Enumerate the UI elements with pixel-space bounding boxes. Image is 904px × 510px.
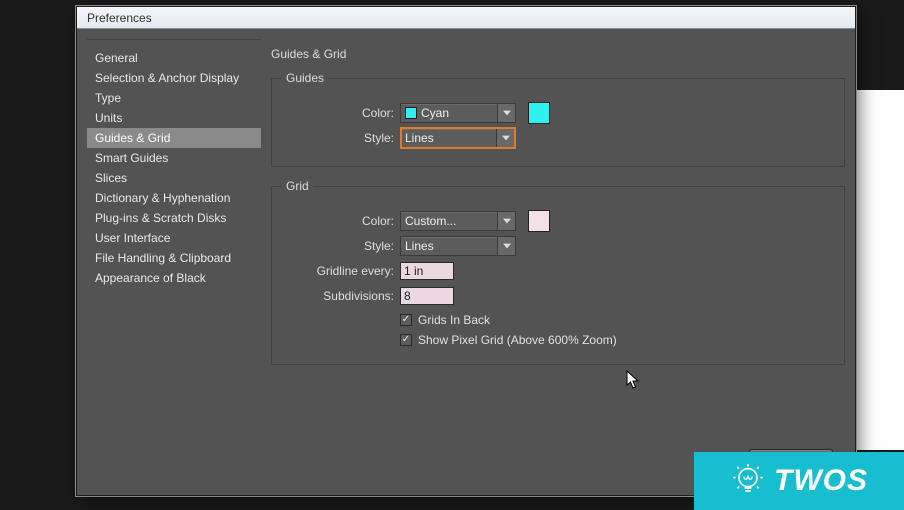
grid-group: Grid Color: Custom... Style: Lines [271,179,845,365]
grid-color-label: Color: [282,214,400,228]
subdivisions-label: Subdivisions: [282,289,400,303]
sidebar-item-label: File Handling & Clipboard [95,251,231,265]
chevron-down-icon [497,237,515,255]
sidebar-item-label: User Interface [95,231,170,245]
grids-in-back-checkbox[interactable]: ✓ [400,314,412,326]
sidebar-item-units[interactable]: Units [87,108,261,128]
sidebar: General Selection & Anchor Display Type … [87,39,261,449]
guides-style-label: Style: [282,131,400,145]
watermark-text: TWOS [774,464,868,498]
guides-color-label: Color: [282,106,400,120]
guides-group: Guides Color: Cyan Style: Lines [271,71,845,167]
sidebar-item-file-handling[interactable]: File Handling & Clipboard [87,248,261,268]
show-pixel-grid-checkbox[interactable]: ✓ [400,334,412,346]
guides-style-dropdown[interactable]: Lines [400,127,516,149]
sidebar-item-label: Units [95,111,122,125]
lightbulb-icon [730,463,766,499]
gridline-every-input[interactable]: 1 in [400,262,454,280]
show-pixel-grid-label: Show Pixel Grid (Above 600% Zoom) [418,333,617,347]
sidebar-item-label: General [95,51,138,65]
guides-color-swatch[interactable] [528,102,550,124]
sidebar-item-slices[interactable]: Slices [87,168,261,188]
watermark-badge: TWOS [694,452,904,510]
sidebar-item-label: Dictionary & Hyphenation [95,191,230,205]
sidebar-item-smart-guides[interactable]: Smart Guides [87,148,261,168]
color-swatch-icon [405,107,417,119]
sidebar-item-appearance-black[interactable]: Appearance of Black [87,268,261,288]
sidebar-item-type[interactable]: Type [87,88,261,108]
guides-style-value: Lines [405,131,434,145]
content-title: Guides & Grid [271,39,845,71]
grid-style-value: Lines [405,239,434,253]
sidebar-item-label: Smart Guides [95,151,168,165]
sidebar-item-plugins-scratch[interactable]: Plug-ins & Scratch Disks [87,208,261,228]
sidebar-item-label: Type [95,91,121,105]
sidebar-item-dictionary[interactable]: Dictionary & Hyphenation [87,188,261,208]
guides-legend: Guides [282,71,328,85]
window-title: Preferences [87,11,152,25]
grid-style-dropdown[interactable]: Lines [400,236,516,256]
gridline-every-label: Gridline every: [282,264,400,278]
titlebar: Preferences [77,7,855,29]
background-white-panel [856,90,904,450]
grid-color-dropdown[interactable]: Custom... [400,211,516,231]
grid-color-value: Custom... [405,214,456,228]
subdivisions-input[interactable]: 8 [400,287,454,305]
sidebar-item-label: Guides & Grid [95,131,170,145]
sidebar-item-user-interface[interactable]: User Interface [87,228,261,248]
sidebar-item-selection-anchor[interactable]: Selection & Anchor Display [87,68,261,88]
grid-legend: Grid [282,179,313,193]
grid-color-swatch[interactable] [528,210,550,232]
sidebar-item-label: Slices [95,171,127,185]
chevron-down-icon [497,212,515,230]
sidebar-item-label: Selection & Anchor Display [95,71,239,85]
sidebar-item-guides-grid[interactable]: Guides & Grid [87,128,261,148]
sidebar-item-label: Appearance of Black [95,271,206,285]
content-panel: Guides & Grid Guides Color: Cyan Style: … [271,39,845,449]
grid-style-label: Style: [282,239,400,253]
preferences-window: Preferences General Selection & Anchor D… [76,6,856,496]
grids-in-back-label: Grids In Back [418,313,490,327]
sidebar-item-label: Plug-ins & Scratch Disks [95,211,226,225]
chevron-down-icon [497,104,515,122]
sidebar-item-general[interactable]: General [87,48,261,68]
chevron-down-icon [496,129,514,147]
guides-color-value: Cyan [421,106,449,120]
guides-color-dropdown[interactable]: Cyan [400,103,516,123]
